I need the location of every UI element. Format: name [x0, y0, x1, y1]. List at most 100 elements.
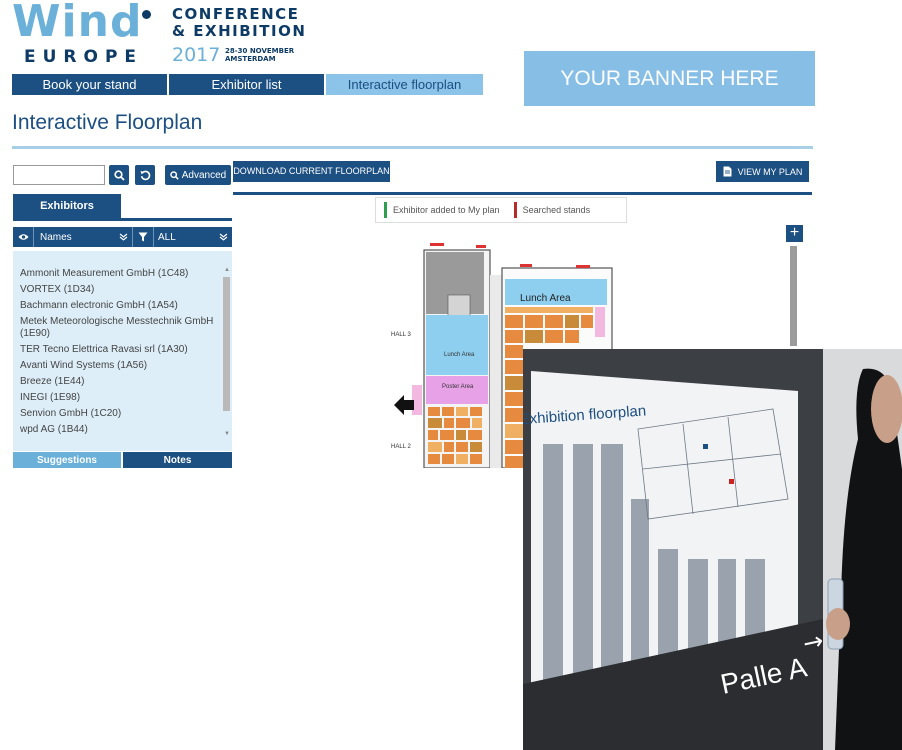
exhibitor-list-item[interactable]: Breeze (1E44)	[20, 376, 217, 388]
exhibitor-list-scrollbar[interactable]: ▲ ▼	[223, 267, 230, 439]
stand[interactable]	[442, 407, 454, 416]
stand[interactable]	[456, 418, 470, 428]
exhibitor-list-item[interactable]: Bachmann electronic GmbH (1A54)	[20, 300, 217, 312]
corridor	[490, 275, 502, 468]
stand[interactable]	[505, 408, 523, 422]
exhibitor-list-item[interactable]: Ammonit Measurement GmbH (1C48)	[20, 268, 217, 280]
stand[interactable]	[468, 430, 482, 440]
category-dropdown[interactable]: ALL	[154, 227, 232, 247]
scroll-up-arrow[interactable]: ▲	[224, 267, 230, 273]
entrance-arrow-icon	[394, 395, 414, 415]
scrollbar-thumb[interactable]	[223, 277, 230, 411]
board-marker	[703, 444, 708, 449]
nav-book-your-stand[interactable]: Book your stand	[12, 74, 167, 95]
exhibitor-list-item[interactable]: Avanti Wind Systems (1A56)	[20, 360, 217, 372]
poster-area-zone[interactable]	[426, 376, 488, 404]
legend-searched-label: Searched stands	[522, 205, 591, 215]
logo-europe: EUROPE	[24, 47, 144, 67]
stand[interactable]	[428, 407, 440, 416]
central-block	[447, 294, 471, 318]
exhibitor-list-item[interactable]: wpd AG (1B44)	[20, 424, 217, 436]
names-dropdown[interactable]: Names	[34, 227, 133, 247]
stand[interactable]	[444, 418, 454, 428]
stand[interactable]	[428, 418, 442, 428]
tab-exhibitors[interactable]: Exhibitors	[13, 194, 121, 218]
stand[interactable]	[505, 315, 523, 328]
stand[interactable]	[525, 315, 543, 328]
exhibitor-list-item[interactable]: Metek Meteorologische Messtechnik GmbH (…	[20, 316, 217, 340]
search-input[interactable]	[13, 165, 105, 185]
stand[interactable]	[428, 442, 442, 452]
stand[interactable]	[525, 330, 543, 343]
reset-button[interactable]	[135, 165, 155, 185]
marker	[430, 243, 444, 246]
legend-red-swatch	[513, 202, 517, 218]
stand[interactable]	[470, 442, 482, 452]
stand[interactable]	[505, 392, 523, 406]
view-my-plan-button[interactable]: VIEW MY PLAN	[716, 161, 809, 182]
main-nav: Book your stand Exhibitor list Interacti…	[12, 74, 485, 95]
nav-exhibitor-list[interactable]: Exhibitor list	[169, 74, 324, 95]
logo-wind: Wind	[12, 0, 143, 47]
stand[interactable]	[565, 315, 579, 328]
stand-row[interactable]	[505, 307, 593, 313]
stand[interactable]	[505, 345, 523, 358]
logo-year: 2017	[172, 44, 221, 66]
title-divider	[12, 146, 813, 149]
category-dropdown-label: ALL	[158, 231, 176, 243]
filter-button[interactable]	[133, 227, 154, 247]
stand[interactable]	[472, 418, 482, 428]
stand[interactable]	[456, 454, 468, 464]
document-icon	[723, 166, 732, 177]
stand[interactable]	[505, 440, 523, 454]
floorplan-scrollbar[interactable]	[790, 246, 797, 346]
scroll-down-arrow[interactable]: ▼	[224, 431, 230, 437]
eye-icon	[17, 234, 29, 240]
stand[interactable]	[444, 442, 454, 452]
search-button[interactable]	[109, 165, 129, 185]
stand[interactable]	[545, 330, 563, 343]
nav-interactive-floorplan[interactable]: Interactive floorplan	[326, 74, 483, 95]
exhibitor-list-item[interactable]: VORTEX (1D34)	[20, 284, 217, 296]
stand[interactable]	[505, 376, 523, 390]
exhibitor-list-items: Ammonit Measurement GmbH (1C48) VORTEX (1…	[20, 268, 217, 440]
stand[interactable]	[470, 454, 482, 464]
stand[interactable]	[428, 454, 440, 464]
stand[interactable]	[470, 407, 482, 416]
stand[interactable]	[456, 430, 466, 440]
stand[interactable]	[581, 315, 593, 328]
logo-dot	[142, 10, 151, 19]
download-floorplan-button[interactable]: DOWNLOAD CURRENT FLOORPLAN	[233, 161, 390, 182]
exhibitor-list-item[interactable]: Senvion GmbH (1C20)	[20, 408, 217, 420]
board-marker	[729, 479, 734, 484]
stand[interactable]	[505, 424, 523, 438]
names-dropdown-label: Names	[40, 231, 72, 243]
exhibitor-list-item[interactable]: INEGI (1E98)	[20, 392, 217, 404]
advanced-search-button[interactable]: Advanced	[165, 165, 231, 185]
legend-green-swatch	[384, 202, 387, 218]
ad-banner[interactable]: YOUR BANNER HERE	[524, 51, 815, 106]
stand[interactable]	[505, 360, 523, 374]
stand[interactable]	[545, 315, 563, 328]
stand[interactable]	[456, 407, 468, 416]
stand[interactable]	[565, 330, 579, 343]
stand[interactable]	[505, 330, 523, 343]
zoom-in-button[interactable]: +	[786, 225, 803, 242]
floorplan-divider	[233, 192, 812, 195]
exhibition-photo: Exhibition floorplan Palle A →	[523, 349, 902, 750]
stand[interactable]	[505, 456, 523, 468]
stand[interactable]	[428, 430, 438, 440]
logo-dates-text: 28-30 NOVEMBER	[225, 47, 295, 55]
lunch-area-small-zone[interactable]	[426, 315, 488, 375]
chevron-down-icon	[219, 233, 228, 241]
person-head	[871, 375, 902, 443]
tab-notes[interactable]: Notes	[123, 452, 232, 468]
logo-dates: 28-30 NOVEMBER AMSTERDAM	[225, 47, 294, 63]
stand[interactable]	[456, 442, 468, 452]
tab-suggestions[interactable]: Suggestions	[13, 452, 121, 468]
logo-conference: CONFERENCE & EXHIBITION	[172, 6, 306, 40]
stand[interactable]	[440, 430, 454, 440]
exhibitor-list-item[interactable]: TER Tecno Elettrica Ravasi srl (1A30)	[20, 344, 217, 356]
stand[interactable]	[442, 454, 454, 464]
visibility-toggle[interactable]	[13, 227, 34, 247]
